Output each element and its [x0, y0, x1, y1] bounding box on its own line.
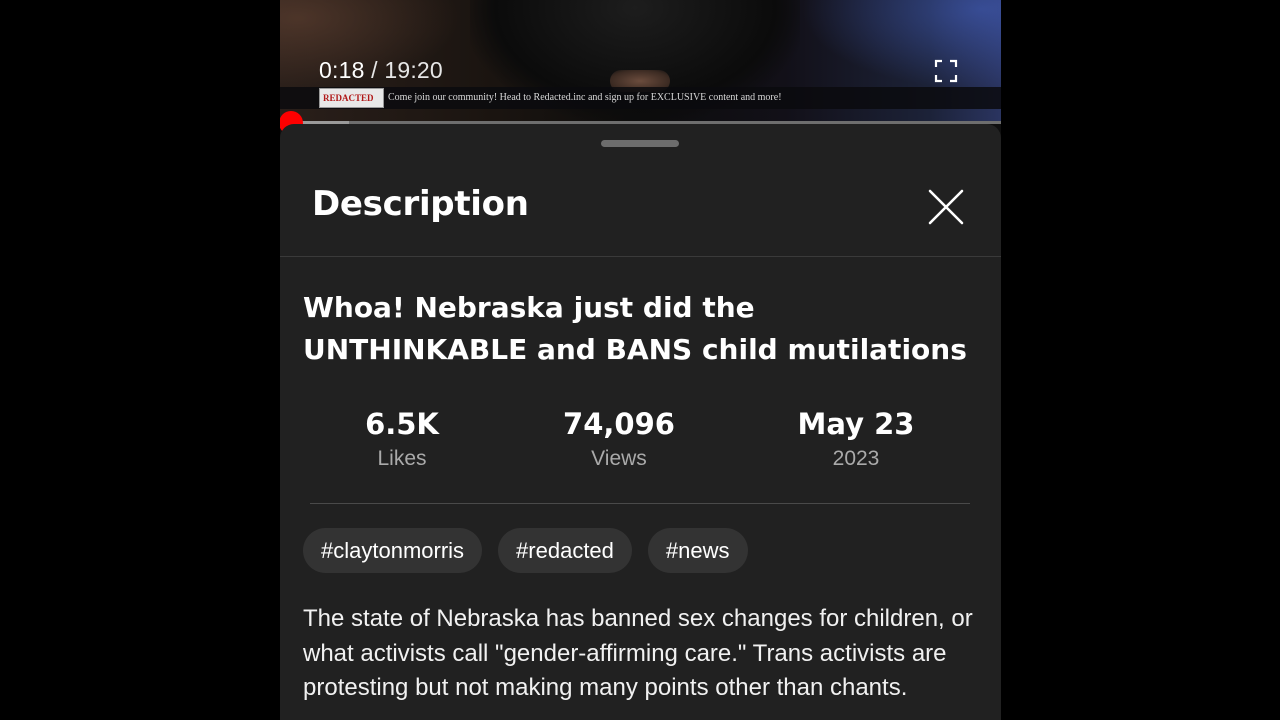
sheet-title: Description	[312, 184, 529, 224]
stats-divider	[310, 503, 970, 504]
hashtag-chip[interactable]: #news	[647, 528, 748, 573]
ticker-logo: REDACTED	[319, 88, 384, 108]
phone-screen: 0:18 / 19:20 REDACTED Come join our comm…	[280, 0, 1001, 720]
likes-count: 6.5K	[365, 407, 439, 441]
hashtag-chip[interactable]: #claytonmorris	[303, 528, 483, 573]
likes-label: Likes	[377, 447, 427, 470]
description-text: The state of Nebraska has banned sex cha…	[303, 605, 973, 701]
views-count: 74,096	[563, 407, 675, 441]
time-display: 0:18 / 19:20	[319, 57, 443, 84]
upload-date: May 23	[797, 407, 915, 441]
date-stat: May 23 2023	[776, 404, 936, 474]
time-separator: /	[371, 57, 378, 83]
close-icon[interactable]	[926, 187, 966, 227]
current-time: 0:18	[319, 57, 365, 83]
total-time: 19:20	[384, 57, 443, 83]
news-ticker: REDACTED Come join our community! Head t…	[280, 87, 1001, 109]
description-sheet: Description Whoa! Nebraska just did the …	[280, 124, 1001, 720]
views-label: Views	[591, 447, 647, 470]
upload-year: 2023	[832, 447, 880, 470]
likes-stat: 6.5K Likes	[322, 404, 482, 474]
drag-handle[interactable]	[601, 140, 679, 147]
header-divider	[280, 256, 1001, 257]
video-player[interactable]: 0:18 / 19:20 REDACTED Come join our comm…	[280, 0, 1001, 124]
hashtag-list: #claytonmorris #redacted #news	[303, 528, 748, 573]
views-stat: 74,096 Views	[539, 404, 699, 474]
hashtag-chip[interactable]: #redacted	[498, 528, 632, 573]
video-title: Whoa! Nebraska just did the UNTHINKABLE …	[303, 291, 967, 366]
video-background-right	[801, 0, 1001, 90]
ticker-message: Come join our community! Head to Redacte…	[388, 92, 782, 103]
fullscreen-icon[interactable]	[934, 59, 958, 83]
